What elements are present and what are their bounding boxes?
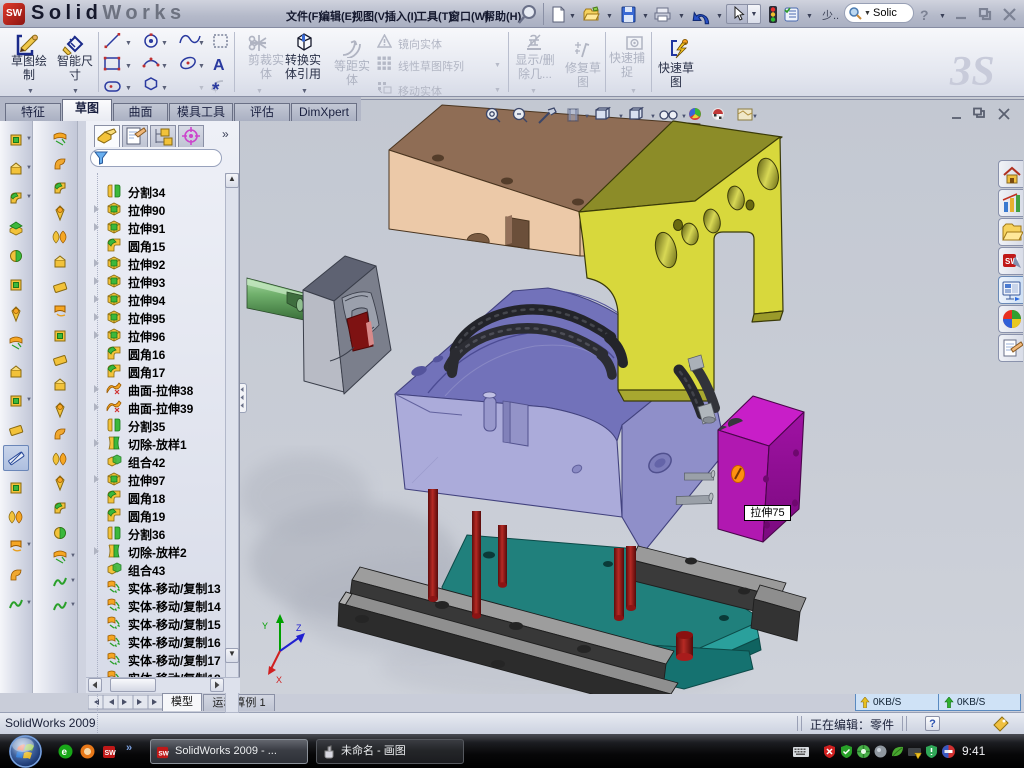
- svg-text:*: *: [212, 80, 220, 96]
- svg-text:A: A: [213, 57, 225, 74]
- svg-text:▼: ▼: [198, 85, 205, 92]
- svg-text:X: X: [276, 675, 282, 685]
- svg-text:▼: ▼: [161, 40, 168, 47]
- svg-text:SW: SW: [158, 750, 169, 757]
- svg-text:▼: ▼: [161, 85, 168, 92]
- svg-text:▼: ▼: [752, 114, 758, 120]
- svg-text:!: !: [915, 754, 916, 759]
- svg-text:▼: ▼: [650, 114, 656, 120]
- svg-text:▼: ▼: [125, 40, 132, 47]
- svg-text:Y: Y: [262, 621, 268, 631]
- svg-text:▼: ▼: [198, 63, 205, 70]
- svg-text:e: e: [62, 747, 68, 758]
- svg-text:▼: ▼: [681, 114, 687, 120]
- svg-text:▼: ▼: [161, 63, 168, 70]
- svg-text:▼: ▼: [618, 114, 624, 120]
- svg-text:SW: SW: [105, 750, 117, 757]
- svg-text:▼: ▼: [584, 114, 590, 120]
- svg-text:▼: ▼: [198, 40, 205, 47]
- svg-text:Z: Z: [296, 623, 302, 633]
- svg-text:▼: ▼: [125, 85, 132, 92]
- svg-text:▼: ▼: [125, 63, 132, 70]
